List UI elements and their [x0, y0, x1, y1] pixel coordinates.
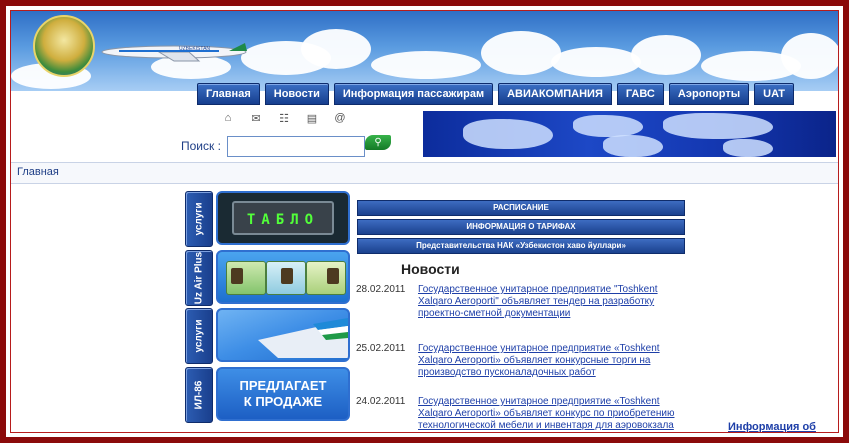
search-icon: ⚲ [374, 137, 382, 148]
print-icon[interactable]: ▤ [305, 112, 319, 125]
main-nav: Главная Новости Информация пассажирам АВ… [197, 83, 794, 105]
tablo-text: ТАБЛО [232, 201, 334, 235]
news-link[interactable]: Государственное унитарное предприятие «T… [418, 396, 686, 432]
schedule-button[interactable]: РАСПИСАНИЕ [357, 200, 685, 216]
nav-tab-gavs[interactable]: ГАВС [616, 83, 664, 105]
airplane-livery-label: UZBEKISTAN [179, 46, 210, 52]
email-at-icon[interactable]: @ [333, 112, 347, 125]
page-frame: UZBEKISTAN Главная Новости Информация па… [0, 0, 849, 443]
tool-icons: ⌂ ✉ ☷ ▤ @ [221, 112, 347, 125]
mail-icon[interactable]: ✉ [249, 112, 263, 125]
news-link[interactable]: Государственное унитарное предприятие "T… [418, 284, 686, 320]
nav-tab-airline[interactable]: АВИАКОМПАНИЯ [498, 83, 612, 105]
news-date: 24.02.2011 [356, 396, 406, 407]
breadcrumb: Главная [11, 162, 838, 184]
tariffs-button[interactable]: ИНФОРМАЦИЯ О ТАРИФАХ [357, 219, 685, 235]
home-icon[interactable]: ⌂ [221, 112, 235, 125]
airplane-icon: UZBEKISTAN [101, 43, 247, 62]
news-date: 28.02.2011 [356, 284, 406, 295]
sitemap-icon[interactable]: ☷ [277, 112, 291, 125]
sidebar-tab-il86[interactable]: ИЛ-86 [185, 367, 213, 423]
airplane-wing-banner[interactable] [216, 308, 350, 362]
sidebar-tab-services[interactable]: услуги [185, 191, 213, 247]
for-sale-banner[interactable]: ПРЕДЛАГАЕТ К ПРОДАЖЕ [216, 367, 350, 421]
nav-tab-news[interactable]: Новости [264, 83, 329, 105]
news-item: 25.02.2011 Государственное унитарное пре… [356, 343, 686, 383]
loyalty-card-image [226, 261, 266, 295]
search-input[interactable] [227, 136, 365, 157]
loyalty-card-image [266, 261, 306, 295]
sidebar-tab-services-2[interactable]: услуги [185, 308, 213, 364]
news-item: 24.02.2011 Государственное унитарное пре… [356, 396, 686, 432]
wing-flag-image [258, 318, 348, 358]
uzbekistan-emblem-logo [33, 15, 95, 77]
tablo-board-banner[interactable]: ТАБЛО [216, 191, 350, 245]
loyalty-card-image [306, 261, 346, 295]
news-item: 28.02.2011 Государственное унитарное пре… [356, 284, 686, 324]
search-label: Поиск : [181, 139, 221, 153]
page-content: UZBEKISTAN Главная Новости Информация па… [10, 10, 839, 433]
for-sale-line-1: ПРЕДЛАГАЕТ [239, 378, 327, 393]
sidebar-tab-uzairplus[interactable]: Uz Air Plus [185, 250, 213, 306]
search-button[interactable]: ⚲ [365, 135, 391, 150]
world-map-banner [423, 111, 836, 157]
breadcrumb-home[interactable]: Главная [17, 166, 59, 178]
news-date: 25.02.2011 [356, 343, 406, 354]
for-sale-line-2: К ПРОДАЖЕ [243, 394, 323, 409]
news-link[interactable]: Государственное унитарное предприятие «T… [418, 343, 686, 379]
nav-tab-uat[interactable]: UAT [754, 83, 794, 105]
uzairplus-cards-banner[interactable] [216, 250, 350, 304]
representatives-button[interactable]: Представительства НАК «Узбекистон хаво й… [357, 238, 685, 254]
header-banner: UZBEKISTAN [11, 11, 838, 91]
nav-tab-airports[interactable]: Аэропорты [668, 83, 750, 105]
nav-tab-home[interactable]: Главная [197, 83, 260, 105]
news-heading: Новости [401, 261, 460, 277]
eticket-info-link[interactable]: Информация об электронном билете [707, 421, 837, 432]
nav-tab-passenger-info[interactable]: Информация пассажирам [333, 83, 494, 105]
